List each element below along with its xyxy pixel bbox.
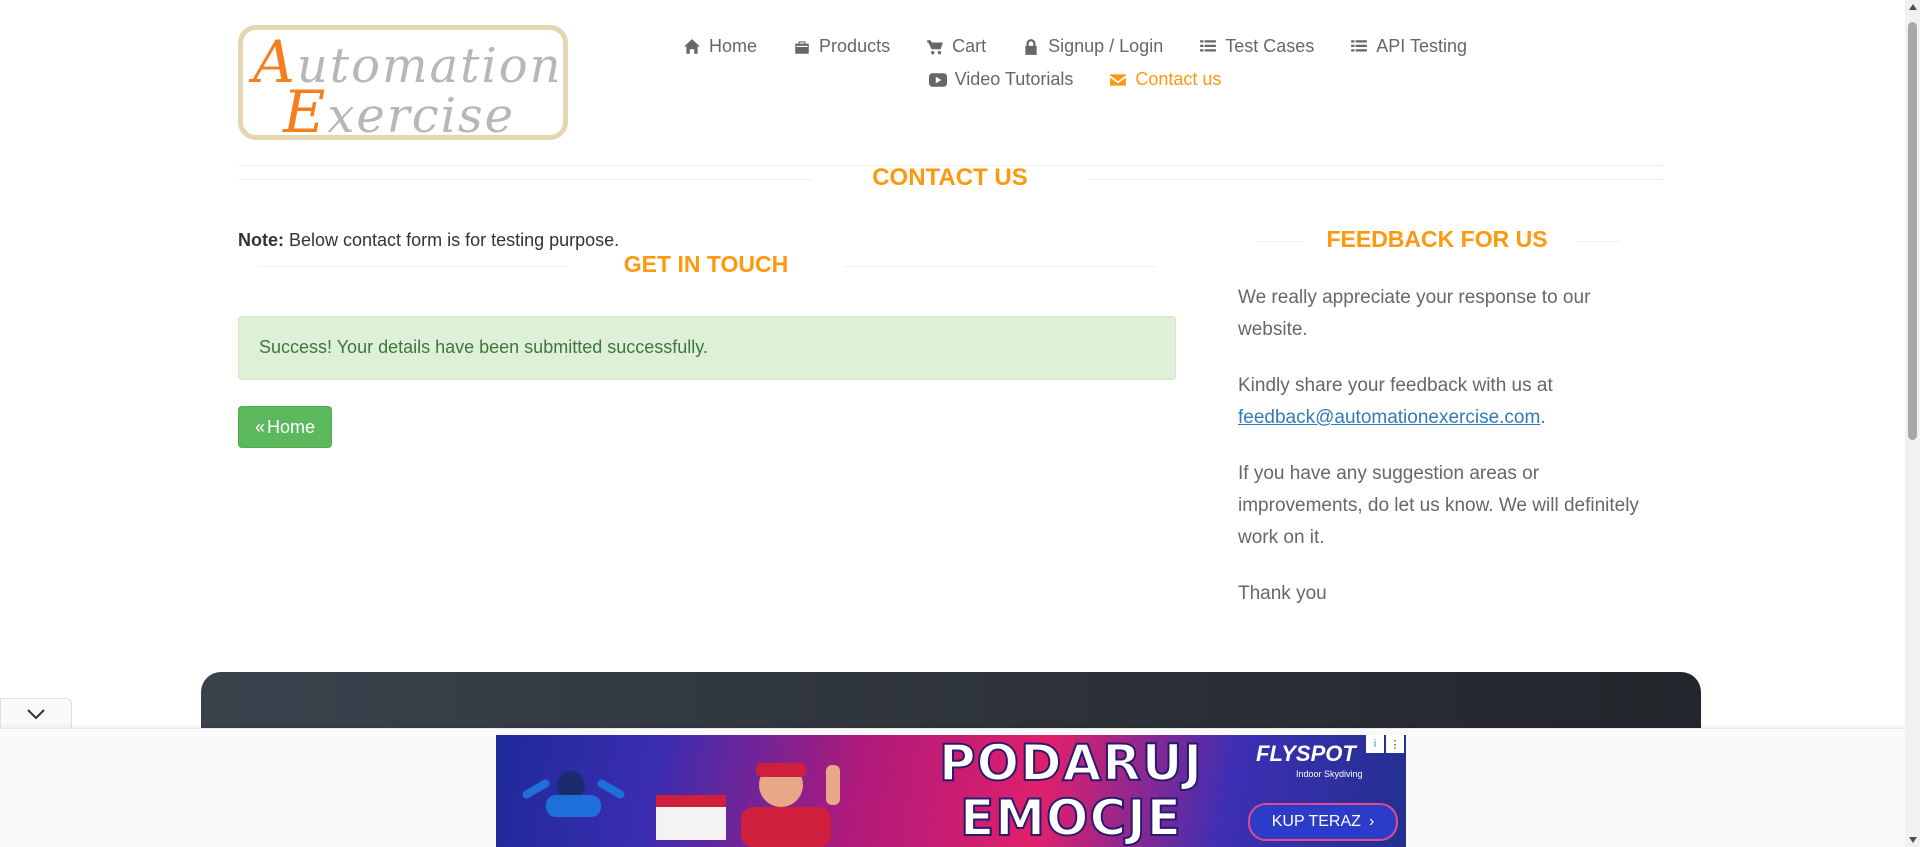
nav-label: Cart	[952, 36, 987, 56]
scrollbar-thumb[interactable]	[1908, 22, 1917, 440]
double-chevron-left-icon: «	[254, 416, 265, 437]
adchoices-icon[interactable]: i	[1366, 735, 1384, 753]
nav-label: Signup / Login	[1048, 36, 1164, 56]
ad-brand-subtitle: Indoor Skydiving	[1296, 769, 1363, 779]
scroll-down-arrow-icon[interactable]	[1909, 837, 1917, 843]
page-title: CONTACT US	[872, 164, 1028, 191]
success-message: Success! Your details have been submitte…	[259, 337, 708, 357]
nav-row-2: Video Tutorials Contact us	[700, 69, 1450, 90]
nav-item-video-tutorials[interactable]: Video Tutorials	[911, 69, 1092, 90]
youtube-icon	[928, 71, 947, 89]
envelope-icon	[1109, 71, 1127, 89]
nav-item-api-testing[interactable]: API Testing	[1332, 36, 1485, 57]
briefcase-icon	[793, 38, 811, 56]
home-button[interactable]: « Home	[238, 406, 332, 448]
ad-banner[interactable]: PODARUJ EMOCJE FLYSPOT Indoor Skydiving …	[496, 735, 1406, 847]
ad-brand: FLYSPOT	[1256, 741, 1356, 766]
nav-item-cart[interactable]: Cart	[908, 36, 1004, 57]
title-rule-left	[258, 266, 568, 267]
nav-label: API Testing	[1376, 36, 1467, 56]
lock-icon	[1022, 38, 1040, 56]
nav-item-products[interactable]: Products	[775, 36, 908, 57]
form-note: Note: Below contact form is for testing …	[238, 230, 620, 250]
ad-headline: PODARUJ EMOCJE	[938, 735, 1204, 847]
section-title-get-in-touch: GET IN TOUCH	[623, 251, 789, 277]
nav-item-contact-us[interactable]: Contact us	[1091, 69, 1239, 90]
chevron-down-icon	[27, 708, 45, 719]
nav-item-test-cases[interactable]: Test Cases	[1181, 36, 1332, 57]
ad-menu-icon[interactable]: ⋮	[1386, 735, 1404, 753]
feedback-paragraph: If you have any suggestion areas or impr…	[1238, 463, 1639, 548]
feedback-panel: We really appreciate your response to ou…	[1238, 282, 1648, 634]
feedback-thanks: Thank you	[1238, 583, 1327, 604]
success-alert: Success! Your details have been submitte…	[238, 316, 1176, 380]
chevron-right-icon: ›	[1368, 813, 1375, 830]
list-icon	[1199, 38, 1217, 56]
home-button-label: Home	[267, 416, 316, 437]
scrollbar[interactable]	[1905, 0, 1920, 847]
instructor-image	[656, 763, 840, 847]
site-logo[interactable]: Automation Exercise	[238, 25, 568, 146]
skydiver-image	[522, 771, 625, 817]
nav-label: Contact us	[1135, 69, 1222, 89]
feedback-paragraph: We really appreciate your response to ou…	[1238, 287, 1591, 340]
ad-collapse-button[interactable]	[0, 698, 72, 728]
title-rule-right	[1088, 179, 1663, 180]
nav-label: Video Tutorials	[954, 69, 1074, 89]
title-rule-right	[844, 266, 1156, 267]
ad-cta-button[interactable]: KUP TERAZ ›	[1248, 803, 1398, 841]
cart-icon	[926, 38, 944, 56]
main-nav: Home Products Cart Signup / Login Test C…	[684, 36, 1467, 90]
list-icon	[1350, 38, 1368, 56]
title-rule-left	[238, 179, 813, 180]
nav-label: Test Cases	[1225, 36, 1315, 56]
nav-item-home[interactable]: Home	[665, 36, 775, 57]
feedback-email-link[interactable]: feedback@automationexercise.com	[1238, 407, 1540, 428]
logo-line-2: Exercise	[283, 78, 516, 146]
nav-label: Products	[819, 36, 891, 56]
home-icon	[683, 38, 701, 56]
nav-row-1: Home Products Cart Signup / Login Test C…	[684, 36, 1467, 57]
footer	[201, 672, 1701, 732]
section-title-feedback: FEEDBACK FOR US	[1326, 226, 1548, 252]
nav-item-signup-login[interactable]: Signup / Login	[1004, 36, 1181, 57]
feedback-paragraph: Kindly share your feedback with us at fe…	[1238, 375, 1553, 428]
nav-label: Home	[709, 36, 758, 56]
scroll-up-arrow-icon[interactable]	[1909, 4, 1917, 10]
